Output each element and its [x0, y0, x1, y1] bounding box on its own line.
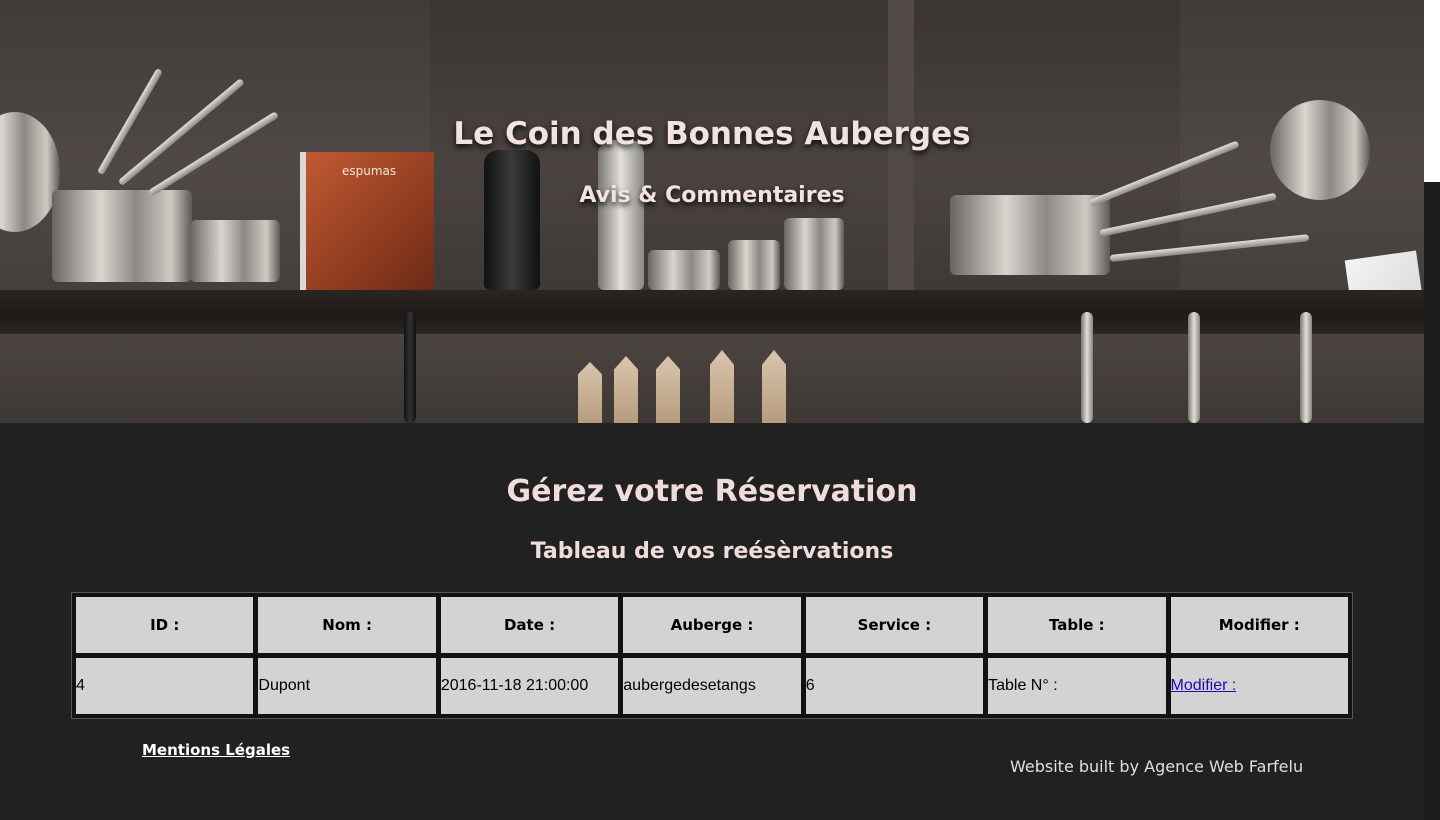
shelf — [0, 290, 1424, 334]
column-header-modifier: Modifier : — [1169, 596, 1349, 654]
hanging-tool-image — [1300, 312, 1312, 423]
table-title: Tableau de vos reésèrvations — [530, 539, 894, 564]
knife-image — [710, 350, 734, 423]
cell-modifier: Modifier : — [1169, 657, 1349, 715]
cell-auberge: aubergedesetangs — [622, 657, 802, 715]
knife-image — [762, 350, 786, 423]
cup-image — [648, 250, 720, 290]
cell-service: 6 — [804, 657, 985, 715]
hanging-tool-image — [404, 312, 416, 423]
cell-table: Table N° : — [987, 657, 1167, 715]
cup-image — [728, 240, 780, 290]
knife-image — [578, 362, 602, 423]
knife-image — [656, 356, 680, 423]
column-header-service: Service : — [804, 596, 985, 654]
site-subtitle: Avis & Commentaires — [579, 183, 845, 208]
hero-banner: espumas Le Coin des Bonnes Auberges Avis… — [0, 0, 1424, 423]
table-row: 4 Dupont 2016-11-18 21:00:00 aubergedese… — [75, 657, 1349, 715]
cookbook-title: espumas — [342, 164, 397, 178]
cup-image — [784, 218, 844, 290]
site-title: Le Coin des Bonnes Auberges — [453, 116, 971, 152]
right-edge-dark-strip — [1424, 182, 1440, 820]
page: espumas Le Coin des Bonnes Auberges Avis… — [0, 0, 1440, 820]
cell-date: 2016-11-18 21:00:00 — [439, 657, 620, 715]
cookbook-image: espumas — [300, 152, 434, 294]
siphon-black-image — [484, 150, 540, 290]
column-header-table: Table : — [987, 596, 1167, 654]
cell-id: 4 — [75, 657, 255, 715]
column-header-date: Date : — [439, 596, 620, 654]
knife-image — [614, 356, 638, 423]
hanging-tool-image — [1081, 312, 1093, 423]
cell-nom: Dupont — [257, 657, 437, 715]
pot-image — [190, 220, 280, 282]
reservations-table: ID : Nom : Date : Auberge : Service : Ta… — [71, 592, 1353, 719]
page-title: Gérez votre Réservation — [506, 474, 918, 509]
siphon-silver-image — [598, 140, 644, 290]
column-header-auberge: Auberge : — [622, 596, 802, 654]
right-edge-white-strip — [1424, 0, 1440, 182]
hanging-tool-image — [1188, 312, 1200, 423]
footer-credit: Website built by Agence Web Farfelu — [1010, 757, 1304, 776]
legal-notice-link[interactable]: Mentions Légales — [142, 741, 290, 759]
column-header-id: ID : — [75, 596, 255, 654]
column-header-nom: Nom : — [257, 596, 437, 654]
table-header-row: ID : Nom : Date : Auberge : Service : Ta… — [75, 596, 1349, 654]
modifier-link[interactable]: Modifier : — [1171, 677, 1237, 694]
